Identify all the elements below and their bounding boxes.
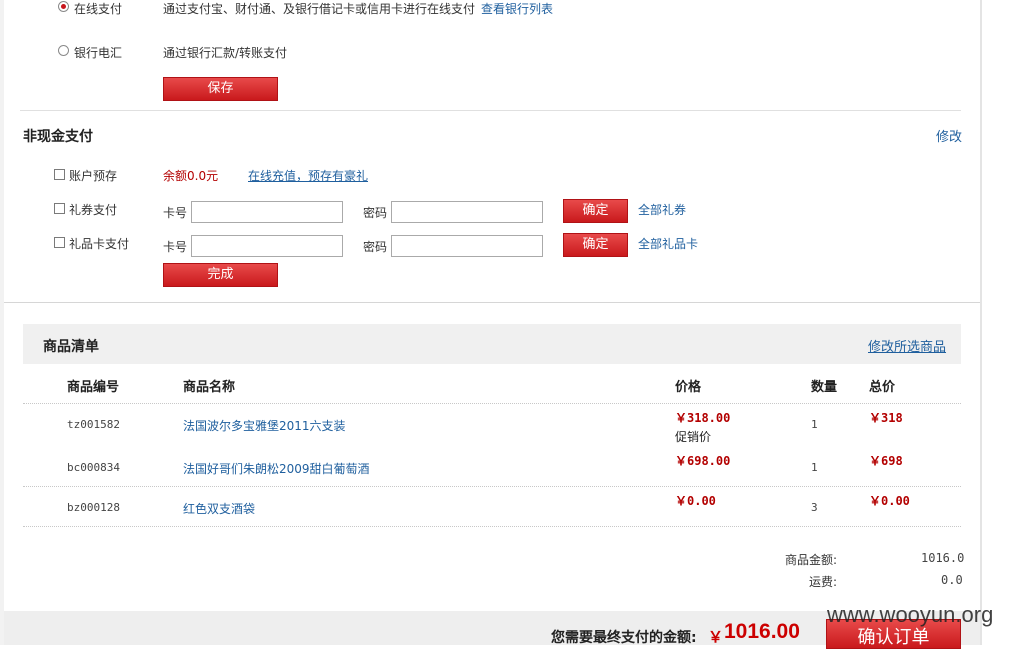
row-1-id: tz001582 [67, 418, 120, 431]
row-2-total: ￥698 [869, 454, 903, 468]
shipping-value: 0.0 [941, 573, 963, 587]
col-header-qty: 数量 [811, 380, 838, 395]
bank-transfer-radio[interactable] [58, 45, 69, 56]
col-header-id: 商品编号 [67, 380, 120, 395]
row-2-id: bc000834 [67, 461, 120, 474]
giftcard-card-input[interactable] [191, 235, 343, 257]
divider [20, 110, 961, 111]
left-frame-border [0, 0, 4, 645]
bank-list-link[interactable]: 查看银行列表 [481, 0, 553, 17]
giftcard-card-label: 卡号 [163, 240, 188, 254]
online-payment-radio[interactable] [58, 1, 69, 12]
goods-header-bar [23, 324, 961, 364]
coupon-card-label: 卡号 [163, 206, 188, 220]
final-currency-symbol: ￥ [708, 628, 724, 646]
coupon-confirm-button[interactable]: 确定 [563, 199, 628, 223]
coupon-label: 礼券支付 [69, 203, 118, 217]
row-1-price: ￥318.00 [675, 411, 731, 425]
row-3-id: bz000128 [67, 501, 120, 514]
giftcard-pwd-label: 密码 [363, 240, 388, 254]
row-1-promo-note: 促销价 [675, 430, 712, 444]
giftcard-confirm-button[interactable]: 确定 [563, 233, 628, 257]
recharge-link[interactable]: 在线充值，预存有豪礼 [248, 167, 368, 184]
account-deposit-label: 账户预存 [69, 169, 118, 183]
row-2-price: ￥698.00 [675, 454, 731, 468]
noncash-edit-link[interactable]: 修改 [936, 126, 962, 145]
goods-amount-value: 1016.0 [921, 551, 965, 565]
coupon-checkbox[interactable] [54, 203, 65, 214]
shipping-label: 运费: [809, 575, 838, 589]
giftcard-label: 礼品卡支付 [69, 237, 130, 251]
done-button[interactable]: 完成 [163, 263, 278, 287]
coupon-password-input[interactable] [391, 201, 543, 223]
table-bottom-divider [23, 526, 961, 527]
col-header-total: 总价 [869, 380, 896, 395]
row-3-price: ￥0.00 [675, 494, 716, 508]
col-header-name: 商品名称 [183, 380, 236, 395]
row-divider [23, 486, 961, 487]
goods-title: 商品清单 [43, 339, 99, 355]
watermark-text: www.wooyun.org [827, 602, 994, 627]
bank-transfer-label: 银行电汇 [74, 46, 123, 60]
header-row-divider [23, 403, 961, 404]
row-2-name[interactable]: 法国好哥们朱朗松2009甜白葡萄酒 [183, 460, 370, 477]
row-3-total: ￥0.00 [869, 494, 910, 508]
online-payment-desc: 通过支付宝、财付通、及银行借记卡或信用卡进行在线支付 [163, 2, 476, 16]
bank-transfer-desc: 通过银行汇款/转账支付 [163, 46, 288, 60]
row-2-qty: 1 [811, 461, 818, 474]
row-1-name[interactable]: 法国波尔多宝雅堡2011六支装 [183, 417, 346, 434]
giftcard-checkbox[interactable] [54, 237, 65, 248]
balance-text: 余额0.0元 [163, 169, 219, 183]
giftcard-password-input[interactable] [391, 235, 543, 257]
final-amount-value: 1016.00 [724, 620, 800, 643]
col-header-price: 价格 [675, 380, 702, 395]
row-3-name[interactable]: 红色双支酒袋 [183, 500, 255, 517]
section-divider [4, 302, 980, 303]
online-payment-label: 在线支付 [74, 2, 123, 16]
right-frame-border [980, 0, 982, 645]
save-button[interactable]: 保存 [163, 77, 278, 101]
row-3-qty: 3 [811, 501, 818, 514]
edit-goods-link[interactable]: 修改所选商品 [868, 336, 946, 355]
coupon-pwd-label: 密码 [363, 206, 388, 220]
coupon-card-input[interactable] [191, 201, 343, 223]
all-giftcards-link[interactable]: 全部礼品卡 [638, 235, 698, 252]
goods-amount-label: 商品金额: [785, 553, 838, 567]
row-1-qty: 1 [811, 418, 818, 431]
final-amount-label: 您需要最终支付的金额: [551, 630, 697, 646]
account-deposit-checkbox[interactable] [54, 169, 65, 180]
row-1-total: ￥318 [869, 411, 903, 425]
all-coupons-link[interactable]: 全部礼券 [638, 201, 686, 218]
noncash-title: 非现金支付 [23, 129, 93, 145]
